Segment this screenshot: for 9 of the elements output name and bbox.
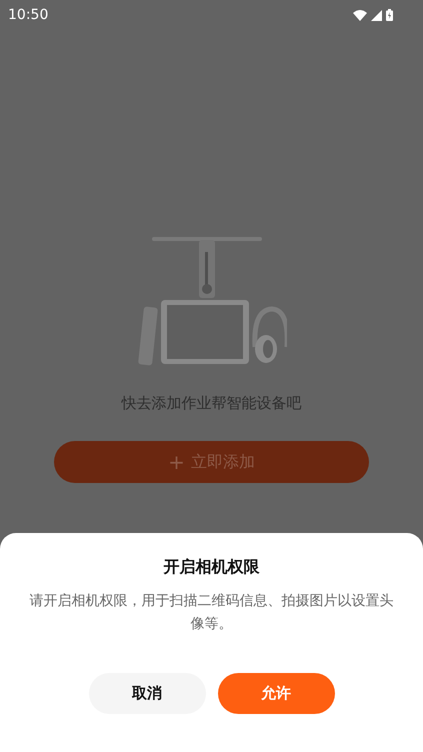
status-time: 10:50 [8, 7, 48, 23]
signal-icon [371, 10, 382, 20]
add-device-button[interactable]: + 立即添加 [54, 441, 369, 483]
battery-icon [386, 9, 393, 21]
dialog-title: 开启相机权限 [164, 556, 260, 578]
wifi-icon [353, 10, 367, 20]
dialog-message: 请开启相机权限，用于扫描二维码信息、拍摄图片以设置头像等。 [28, 592, 394, 634]
cancel-button[interactable]: 取消 [88, 673, 206, 714]
allow-button[interactable]: 允许 [218, 673, 334, 714]
